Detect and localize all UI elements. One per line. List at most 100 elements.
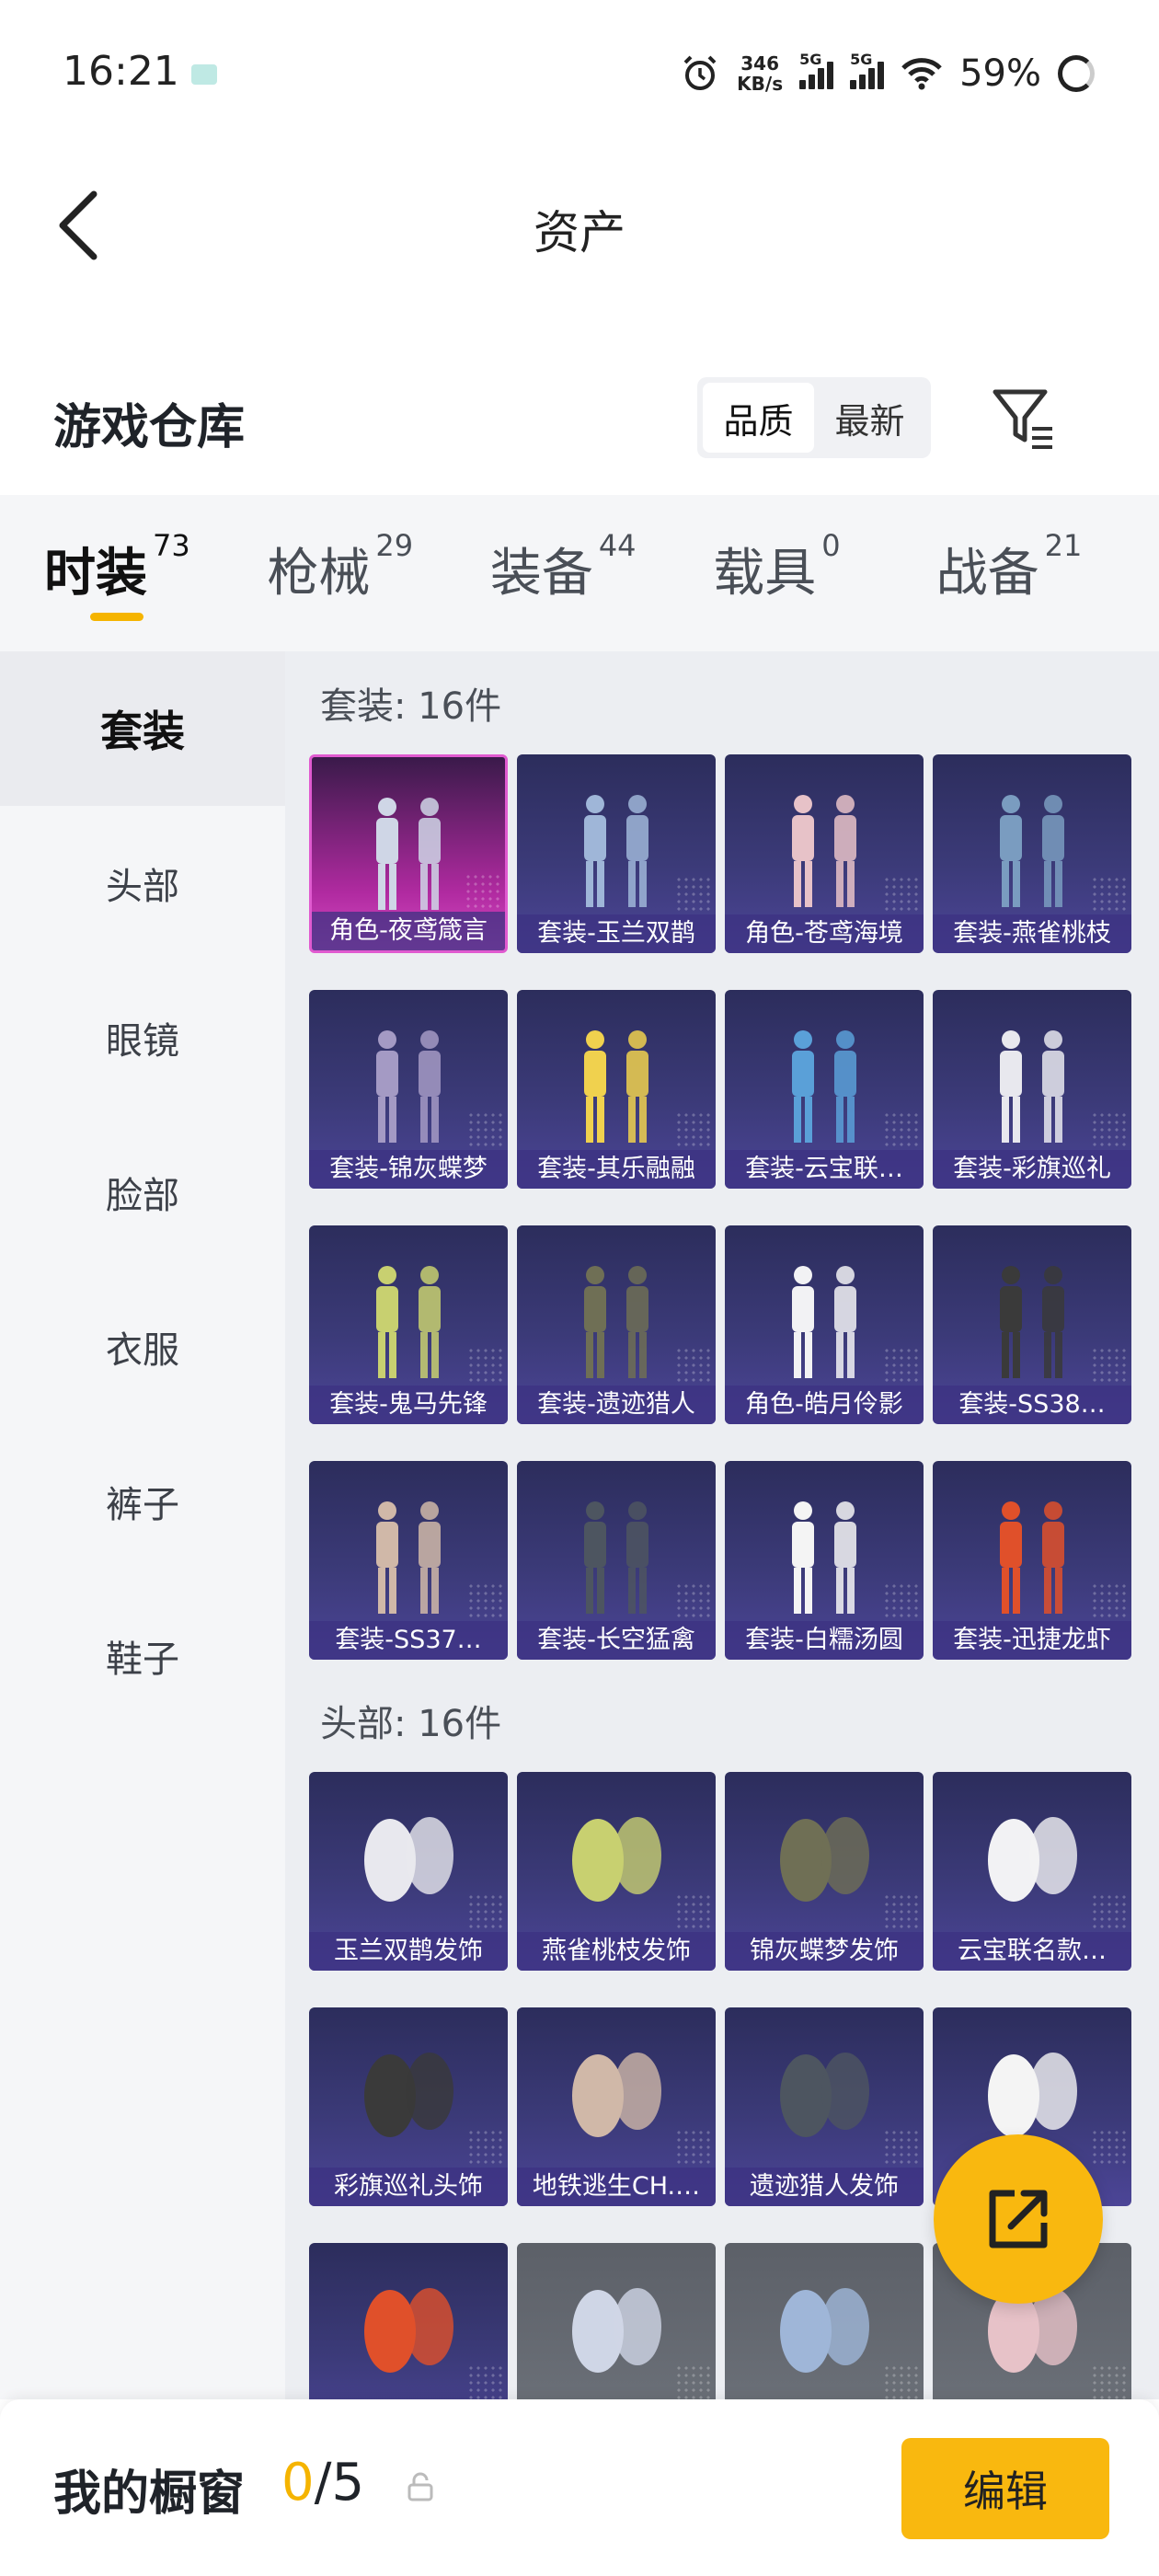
side-item-glasses[interactable]: 眼镜 (0, 960, 285, 1115)
item-thumbnail-icon (572, 1817, 661, 1902)
item-card[interactable]: 地铁逃生CH.… (517, 2007, 716, 2206)
side-item-clothes[interactable]: 衣服 (0, 1270, 285, 1424)
item-thumbnail-icon (584, 1266, 648, 1378)
section-title: 套装: 16件 (320, 685, 502, 728)
side-item-suit[interactable]: 套装 (0, 651, 285, 806)
item-card[interactable]: 套装-燕雀桃枝 (933, 754, 1131, 953)
tab-label: 载具 (713, 544, 817, 604)
item-thumbnail-icon (572, 2053, 661, 2137)
item-thumbnail-icon (584, 795, 648, 907)
item-card[interactable]: 玉兰双鹊发饰 (309, 1772, 508, 1971)
item-card[interactable]: 彩旗巡礼头饰 (309, 2007, 508, 2206)
item-thumbnail-icon (780, 2288, 869, 2373)
message-notification-icon (191, 64, 217, 85)
item-thumbnail-icon (780, 2053, 869, 2137)
item-card[interactable] (309, 2243, 508, 2399)
share-button[interactable] (934, 2134, 1103, 2304)
edit-button[interactable]: 编辑 (901, 2438, 1109, 2539)
side-item-pants[interactable]: 裤子 (0, 1424, 285, 1579)
tab-count: 0 (821, 528, 841, 563)
item-card[interactable]: 燕雀桃枝发饰 (517, 1772, 716, 1971)
item-card[interactable]: 套装-SS37… (309, 1461, 508, 1660)
alarm-icon (683, 55, 717, 90)
item-card[interactable]: 套装-长空猛禽 (517, 1461, 716, 1660)
tab-fashion[interactable]: 时装 73 (44, 495, 267, 651)
item-card[interactable]: 套装-彩旗巡礼 (933, 990, 1131, 1189)
card-decoration (1091, 1347, 1128, 1384)
showcase-total: /5 (314, 2453, 365, 2513)
item-card[interactable]: 套装-玉兰双鹊 (517, 754, 716, 953)
card-decoration (467, 1111, 504, 1148)
card-decoration (1091, 1582, 1128, 1619)
item-thumbnail-icon (780, 1817, 869, 1902)
card-decoration (467, 1893, 504, 1930)
item-card[interactable]: 套装-鬼马先锋 (309, 1225, 508, 1424)
share-external-icon (989, 2190, 1048, 2248)
item-card-label: 套装-锦灰蝶梦 (309, 1150, 508, 1189)
side-item-head[interactable]: 头部 (0, 806, 285, 960)
suit-grid: 角色-夜鸢箴言 套装-玉兰双鹊 角色-苍鸢海境 套装-燕雀桃枝套装-锦灰蝶梦 套装-其乐… (309, 754, 1159, 1660)
item-card[interactable]: 锦灰蝶梦发饰 (725, 1772, 924, 1971)
wifi-icon (901, 58, 942, 90)
item-thumbnail-icon (1000, 1501, 1064, 1614)
item-card[interactable] (517, 2243, 716, 2399)
tab-label: 战备 (935, 544, 1039, 604)
item-card[interactable]: 套装-SS38… (933, 1225, 1131, 1424)
tab-count: 29 (375, 528, 414, 563)
sort-toggle: 品质 最新 (697, 377, 931, 458)
tab-underline (90, 613, 143, 621)
item-card[interactable]: 角色-苍鸢海境 (725, 754, 924, 953)
side-item-face[interactable]: 脸部 (0, 1115, 285, 1270)
item-card-label: 燕雀桃枝发饰 (517, 1932, 716, 1971)
filter-icon[interactable] (992, 386, 1056, 451)
card-decoration (883, 1111, 920, 1148)
item-card[interactable]: 角色-皓月伶影 (725, 1225, 924, 1424)
sort-newest-button[interactable]: 最新 (814, 383, 925, 453)
showcase-used: 0 (281, 2453, 315, 2513)
item-card[interactable]: 套装-锦灰蝶梦 (309, 990, 508, 1189)
card-decoration (675, 1347, 712, 1384)
tab-equipment[interactable]: 装备 44 (490, 495, 713, 651)
tab-supplies[interactable]: 战备 21 (936, 495, 1159, 651)
card-decoration (1091, 876, 1128, 913)
item-card[interactable] (725, 2243, 924, 2399)
card-decoration (675, 876, 712, 913)
item-thumbnail-icon (988, 1817, 1077, 1902)
item-card-label: 套装-SS38… (933, 1386, 1131, 1424)
section-title: 头部: 16件 (320, 1703, 502, 1745)
item-thumbnail-icon (364, 2053, 453, 2137)
item-card[interactable]: 套装-白糯汤圆 (725, 1461, 924, 1660)
item-card[interactable]: 云宝联名款… (933, 1772, 1131, 1971)
item-card-label: 锦灰蝶梦发饰 (725, 1932, 924, 1971)
tab-vehicles[interactable]: 载具 0 (713, 495, 935, 651)
category-tabs: 时装 73 枪械 29 装备 44 载具 0 战备 21 (0, 495, 1159, 651)
item-card[interactable]: 遗迹猎人发饰 (725, 2007, 924, 2206)
item-card-label: 套装-彩旗巡礼 (933, 1150, 1131, 1189)
speed-unit: KB/s (737, 73, 784, 95)
lock-icon (407, 2472, 433, 2501)
item-card-label: 角色-夜鸢箴言 (312, 912, 505, 950)
item-thumbnail-icon (376, 1266, 441, 1378)
item-card[interactable]: 套装-其乐融融 (517, 990, 716, 1189)
item-card[interactable]: 套装-迅捷龙虾 (933, 1461, 1131, 1660)
item-card-label: 彩旗巡礼头饰 (309, 2168, 508, 2206)
item-card-label: 套装-燕雀桃枝 (933, 914, 1131, 953)
card-decoration (1091, 2129, 1128, 2166)
item-card-label: 云宝联名款… (933, 1932, 1131, 1971)
status-bar: 16:21 346 KB/s 5G 5G 59% (0, 0, 1159, 152)
card-decoration (883, 876, 920, 913)
header: 资产 (0, 152, 1159, 299)
item-card[interactable]: 套装-云宝联… (725, 990, 924, 1189)
item-thumbnail-icon (1000, 1266, 1064, 1378)
tab-label: 装备 (489, 544, 593, 604)
sort-quality-button[interactable]: 品质 (703, 383, 814, 453)
item-thumbnail-icon (792, 1501, 856, 1614)
tab-guns[interactable]: 枪械 29 (267, 495, 489, 651)
item-card-label: 玉兰双鹊发饰 (309, 1932, 508, 1971)
side-item-shoes[interactable]: 鞋子 (0, 1579, 285, 1733)
status-time: 16:21 (63, 48, 179, 95)
item-card-label: 地铁逃生CH.… (517, 2168, 716, 2206)
item-card[interactable]: 套装-遗迹猎人 (517, 1225, 716, 1424)
item-card[interactable]: 角色-夜鸢箴言 (309, 754, 508, 953)
tab-count: 44 (598, 528, 637, 563)
